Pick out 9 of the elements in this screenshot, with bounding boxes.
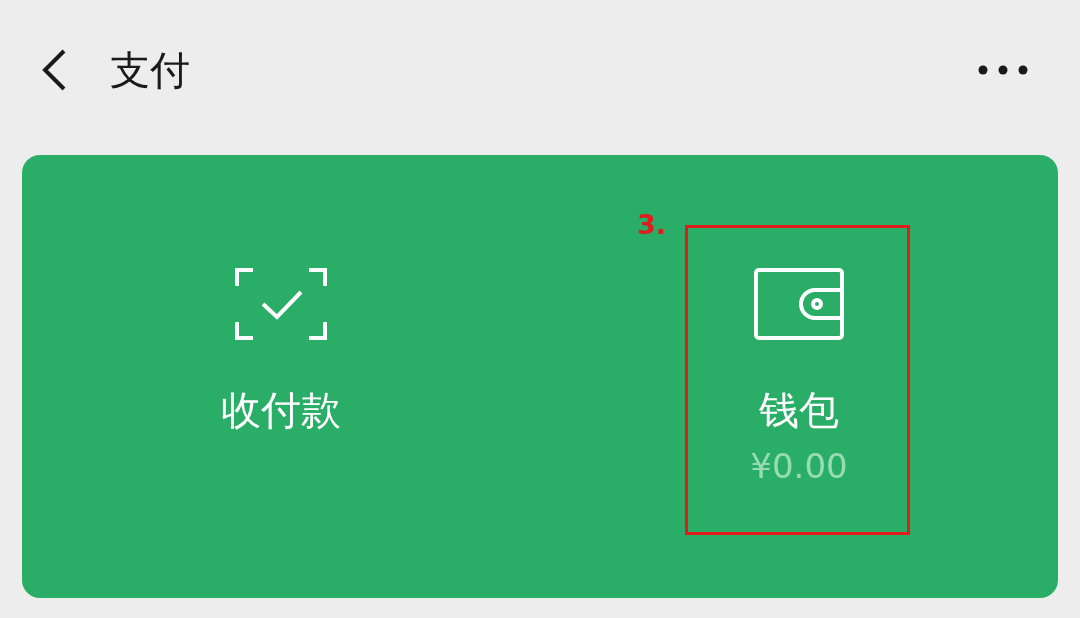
step-number: 3. — [637, 209, 667, 240]
more-icon[interactable] — [978, 65, 1028, 75]
wallet-icon — [753, 268, 845, 340]
scan-check-icon — [235, 268, 327, 340]
balance-amount: ¥0.00 — [750, 445, 848, 488]
action-button[interactable]: 收付款 — [221, 384, 341, 436]
back-icon[interactable] — [40, 48, 68, 92]
page-title: 支付 — [110, 45, 191, 95]
action-button[interactable]: 钱包 — [759, 384, 839, 436]
